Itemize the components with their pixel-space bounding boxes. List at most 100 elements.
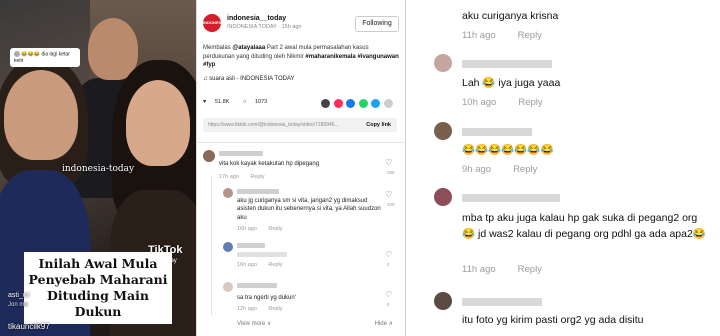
comment-like-icon[interactable]: ♡	[385, 290, 392, 299]
commenter-name-redacted	[462, 298, 542, 306]
twitter-icon[interactable]	[371, 99, 381, 108]
commenter-avatar[interactable]	[434, 292, 452, 310]
caption-line: Dukun	[74, 304, 122, 319]
heart-icon: ♥	[203, 99, 207, 105]
inset-comment-text: 😂😂😂 dia lagi ketar ketir	[14, 51, 70, 64]
link-field[interactable]: https://www.tiktok.com/@indonesia_today/…	[203, 118, 397, 132]
comment-text: aku curiganya krisna	[462, 10, 559, 22]
comment-like-icon[interactable]: ♡	[385, 190, 392, 199]
reply-thread-rule	[211, 176, 212, 316]
commenter-avatar[interactable]	[223, 282, 233, 292]
caption-line: Inilah Awal Mula	[38, 256, 158, 271]
like-count: 51.8K	[215, 99, 230, 105]
channel-meta: INDONESIA TODAY · 15h ago	[227, 24, 302, 30]
post-stats: ♥ 51.8K ○ 1073	[203, 99, 401, 111]
facebook-icon[interactable]	[346, 99, 356, 108]
commenter-name-redacted	[462, 128, 532, 136]
reply-link[interactable]: Reply	[268, 306, 282, 312]
comment-time: 9h ago	[462, 164, 492, 175]
comment-count: 1073	[255, 99, 268, 105]
commenter-name-redacted	[219, 151, 263, 156]
reply-link[interactable]: Reply	[268, 262, 282, 268]
caption-line: Dituding Main	[47, 288, 149, 303]
comment-time: 11h ago	[462, 30, 496, 41]
commenter-avatar[interactable]	[434, 122, 452, 140]
video-inset-comment: 😂😂😂 dia lagi ketar ketir	[10, 48, 80, 68]
comment-like-count: 0	[387, 302, 390, 307]
embed-icon[interactable]	[321, 99, 331, 108]
comment-text-redacted	[237, 252, 287, 257]
comment-like-count: 2	[387, 262, 390, 267]
comment-time: 10h ago	[462, 97, 497, 108]
overlay-username: Jon ma	[8, 302, 28, 308]
comment-text: vita kok kayak ketakutan hp dipegang	[219, 161, 320, 167]
video-watermark: indonesia-today	[62, 164, 135, 174]
share-icons	[319, 99, 393, 110]
link-text: https://www.tiktok.com/@indonesia_today/…	[208, 122, 339, 128]
commenter-avatar[interactable]	[434, 54, 452, 72]
comment-text: aku jg curiganya sm si vita, jangan2 yg …	[237, 198, 381, 221]
commenter-avatar[interactable]	[223, 188, 233, 198]
copy-link-button[interactable]: Copy link	[366, 118, 391, 132]
following-button[interactable]: Following	[355, 16, 399, 32]
comment-time: 16h ago	[237, 226, 257, 232]
comment-time: 11h ago	[462, 264, 496, 275]
whatsapp-icon[interactable]	[358, 99, 368, 108]
sound-link[interactable]: ♫ suara asli - INDONESIA TODAY	[203, 76, 295, 82]
comment-meta: 9h ago Reply	[462, 164, 537, 175]
like-button[interactable]: ♥	[203, 99, 206, 105]
comments-panel: aku curiganya krisna 11h ago Reply Lah 😂 …	[408, 0, 720, 336]
comment-like-count: 100	[387, 202, 395, 207]
comment-time: 17h ago	[219, 174, 239, 180]
desc-prefix: Membalas	[203, 45, 233, 51]
desc-mention[interactable]: @atayalaaa	[232, 45, 265, 51]
commenter-name-redacted	[237, 243, 265, 248]
comment-like-icon[interactable]: ♡	[385, 250, 392, 259]
comment-icon: ○	[243, 99, 247, 105]
post-header: INDONESIA TODAY indonesia__today INDONES…	[203, 14, 401, 43]
commenter-name-redacted	[462, 60, 552, 68]
comment-meta: 12h ago Reply	[237, 306, 282, 312]
reply-link[interactable]: Reply	[268, 226, 282, 232]
reply-link[interactable]: Reply	[513, 164, 537, 175]
comment-text: mba tp aku juga kalau hp gak suka di peg…	[462, 212, 706, 241]
commenter-avatar[interactable]	[223, 242, 233, 252]
commenter-avatar[interactable]	[203, 150, 215, 162]
video-person-right-head	[126, 80, 190, 166]
video-person-left-head	[4, 70, 78, 160]
comment-meta: 11h ago Reply	[462, 30, 542, 41]
reply-link[interactable]: Reply	[250, 174, 264, 180]
comment-time: 16h ago	[237, 262, 257, 268]
send-icon[interactable]	[333, 99, 343, 108]
caption-line: Penyebab Maharani	[28, 272, 168, 287]
post-detail-panel: INDONESIA TODAY indonesia__today INDONES…	[196, 0, 406, 336]
inset-avatar	[14, 51, 20, 57]
comment-time: 12h ago	[237, 306, 257, 312]
comment-button[interactable]: ○	[243, 99, 246, 105]
comment-meta: 16h ago Reply	[237, 262, 282, 268]
view-more-replies-button[interactable]: View more ∨	[237, 320, 271, 327]
comment-meta: 10h ago Reply	[462, 97, 543, 108]
reply-link[interactable]: Reply	[518, 30, 542, 41]
comment-like-icon[interactable]: ♡	[385, 158, 392, 167]
commenter-name-redacted	[237, 189, 279, 194]
commenter-name-redacted	[462, 194, 560, 202]
more-share-icon[interactable]	[384, 99, 393, 108]
comment-text: itu foto yg kirim pasti org2 yg ada disi…	[462, 314, 644, 326]
commenter-name-redacted	[237, 283, 277, 288]
reply-link[interactable]: Reply	[518, 264, 542, 275]
comment-meta: 17h ago Reply	[219, 174, 264, 180]
overlay-username: asti_wi	[8, 292, 30, 299]
commenter-avatar[interactable]	[434, 188, 452, 206]
comment-text: Lah 😂 iya juga yaaa	[462, 77, 561, 89]
comment-text: sa tra ngerti yg dukun'	[237, 295, 296, 301]
channel-avatar[interactable]: INDONESIA TODAY	[203, 14, 225, 43]
comment-text: 😂😂😂😂😂😂😂	[462, 144, 554, 156]
hide-replies-button[interactable]: Hide ∧	[375, 320, 393, 327]
divider	[197, 142, 405, 143]
video-player[interactable]: 😂😂😂 dia lagi ketar ketir indonesia-today…	[0, 0, 196, 336]
comment-like-count: 265	[387, 170, 395, 175]
comment-meta: 16h ago Reply	[237, 226, 282, 232]
reply-link[interactable]: Reply	[518, 97, 542, 108]
channel-name[interactable]: indonesia__today	[227, 15, 286, 22]
